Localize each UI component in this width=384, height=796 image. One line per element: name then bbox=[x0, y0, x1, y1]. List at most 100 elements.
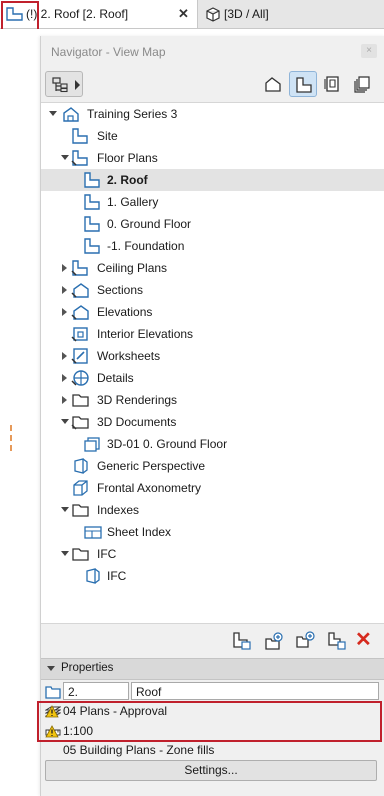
tree-item-label: 3D-01 0. Ground Floor bbox=[107, 437, 228, 451]
close-icon[interactable]: × bbox=[361, 44, 377, 58]
chevron-right-icon[interactable] bbox=[62, 352, 67, 360]
tree-item-label: Generic Perspective bbox=[97, 459, 206, 473]
tree-item-label: Sheet Index bbox=[107, 525, 172, 539]
scale-value: 1:100 bbox=[63, 724, 94, 738]
tree-item-root[interactable]: Training Series 3 bbox=[41, 103, 384, 125]
tree-item-label: Worksheets bbox=[97, 349, 161, 363]
close-icon[interactable]: ✕ bbox=[178, 6, 189, 22]
new-clone-folder-button[interactable] bbox=[294, 630, 316, 652]
floor-plan-icon bbox=[72, 128, 88, 144]
new-folder-button[interactable] bbox=[263, 630, 285, 652]
tree-item-label: Indexes bbox=[97, 503, 140, 517]
chevron-right-icon[interactable] bbox=[62, 374, 67, 382]
tree-item-label: Interior Elevations bbox=[97, 327, 194, 341]
view-map-button[interactable] bbox=[289, 71, 317, 97]
tree-item-generic-perspective[interactable]: Generic Perspective bbox=[41, 455, 384, 477]
tree-item-label: Elevations bbox=[97, 305, 153, 319]
highlighted-properties: 04 Plans - Approval 1:100 bbox=[41, 703, 384, 743]
tree-item-3d-documents[interactable]: 3D Documents bbox=[41, 411, 384, 433]
floor-plan-icon bbox=[84, 238, 100, 254]
tree-item-foundation[interactable]: -1. Foundation bbox=[41, 235, 384, 257]
tree-item-frontal-axonometry[interactable]: Frontal Axonometry bbox=[41, 477, 384, 499]
settings-button[interactable]: Settings... bbox=[45, 760, 377, 781]
navigator-panel: Navigator - View Map × Training Series 3… bbox=[40, 36, 384, 796]
tab-label: [3D / All] bbox=[224, 7, 269, 21]
layer-combination-row[interactable]: 04 Plans - Approval bbox=[41, 703, 384, 721]
view-tab-bar: (!) 2. Roof [2. Roof] ✕ [3D / All] bbox=[0, 0, 384, 29]
delete-icon[interactable]: ✕ bbox=[355, 627, 372, 652]
worksheet-icon bbox=[71, 348, 88, 364]
new-folder-icon bbox=[265, 632, 283, 650]
publisher-sets-button[interactable] bbox=[349, 71, 377, 97]
view-name-field[interactable]: Roof bbox=[131, 682, 379, 700]
resize-handle[interactable] bbox=[10, 425, 14, 451]
view-id-field[interactable]: 2. bbox=[63, 682, 129, 700]
tree-item-label: Ceiling Plans bbox=[97, 261, 168, 275]
tree-item-label: Training Series 3 bbox=[87, 107, 178, 121]
tree-item-label: -1. Foundation bbox=[107, 239, 185, 253]
properties-header[interactable]: Properties bbox=[41, 658, 384, 680]
chevron-right-icon[interactable] bbox=[62, 396, 67, 404]
tree-item-floor-plans[interactable]: Floor Plans bbox=[41, 147, 384, 169]
sheet-index-icon bbox=[84, 526, 102, 539]
view-map-icon bbox=[296, 77, 312, 93]
tree-item-label: Site bbox=[97, 129, 118, 143]
detail-icon bbox=[71, 370, 89, 386]
layout-book-button[interactable] bbox=[319, 71, 347, 97]
chevron-right-icon[interactable] bbox=[62, 286, 67, 294]
chevron-down-icon[interactable] bbox=[61, 507, 69, 512]
tree-item-label: 2. Roof bbox=[107, 173, 148, 187]
pen-set-value: 05 Building Plans - Zone fills bbox=[63, 744, 215, 757]
tab-3d-all[interactable]: [3D / All] bbox=[198, 0, 384, 28]
tree-menu-icon bbox=[52, 77, 68, 93]
pen-set-row[interactable]: 05 Building Plans - Zone fills bbox=[41, 744, 384, 758]
project-icon bbox=[63, 107, 79, 122]
tree-item-sheet-index[interactable]: Sheet Index bbox=[41, 521, 384, 543]
chevron-down-icon[interactable] bbox=[47, 666, 55, 671]
tree-item-elevations[interactable]: Elevations bbox=[41, 301, 384, 323]
chevron-down-icon[interactable] bbox=[61, 551, 69, 556]
chevron-down-icon[interactable] bbox=[61, 155, 69, 160]
project-map-button[interactable] bbox=[259, 71, 287, 97]
tree-item-sections[interactable]: Sections bbox=[41, 279, 384, 301]
floor-plan-icon bbox=[6, 7, 23, 21]
tree-item-interior-elevations[interactable]: Interior Elevations bbox=[41, 323, 384, 345]
folder-icon bbox=[72, 548, 89, 561]
chevron-down-icon[interactable] bbox=[61, 419, 69, 424]
section-icon bbox=[71, 283, 89, 298]
tree-item-label: IFC bbox=[107, 569, 127, 583]
chevron-down-icon[interactable] bbox=[49, 111, 57, 116]
chevron-right-icon[interactable] bbox=[62, 308, 67, 316]
tree-item-ifc[interactable]: IFC bbox=[41, 565, 384, 587]
publisher-sets-icon bbox=[354, 76, 370, 93]
new-view-icon bbox=[233, 632, 251, 650]
tree-item-site[interactable]: Site bbox=[41, 125, 384, 147]
tree-item-worksheets[interactable]: Worksheets bbox=[41, 345, 384, 367]
navigator-popup-button[interactable] bbox=[45, 71, 83, 97]
view-settings-button[interactable] bbox=[326, 630, 348, 652]
tree-item-ground-floor[interactable]: 0. Ground Floor bbox=[41, 213, 384, 235]
tree-item-gallery[interactable]: 1. Gallery bbox=[41, 191, 384, 213]
perspective-icon bbox=[74, 458, 88, 474]
scale-row[interactable]: 1:100 bbox=[41, 723, 384, 741]
tree-item-3d-renderings[interactable]: 3D Renderings bbox=[41, 389, 384, 411]
folder-icon bbox=[72, 504, 89, 517]
canvas-area[interactable] bbox=[0, 29, 40, 796]
tree-item-3d-01[interactable]: 3D-01 0. Ground Floor bbox=[41, 433, 384, 455]
chevron-right-icon bbox=[75, 80, 80, 90]
warning-icon bbox=[45, 705, 59, 718]
new-view-button[interactable] bbox=[231, 630, 253, 652]
tree-item-label: Floor Plans bbox=[97, 151, 158, 165]
layer-combination-value: 04 Plans - Approval bbox=[63, 704, 168, 718]
tree-item-label: 3D Renderings bbox=[97, 393, 178, 407]
tree-item-roof[interactable]: 2. Roof bbox=[41, 169, 384, 191]
tree-item-details[interactable]: Details bbox=[41, 367, 384, 389]
chevron-right-icon[interactable] bbox=[62, 264, 67, 272]
tree-item-ifc-folder[interactable]: IFC bbox=[41, 543, 384, 565]
tree-item-label: 3D Documents bbox=[97, 415, 177, 429]
tree-item-ceiling-plans[interactable]: Ceiling Plans bbox=[41, 257, 384, 279]
tree-item-indexes[interactable]: Indexes bbox=[41, 499, 384, 521]
interior-elevation-icon bbox=[71, 327, 88, 342]
tab-roof-plan[interactable]: (!) 2. Roof [2. Roof] ✕ bbox=[0, 0, 198, 28]
view-map-tree: Training Series 3 Site Floor Plans 2. Ro… bbox=[41, 102, 384, 624]
